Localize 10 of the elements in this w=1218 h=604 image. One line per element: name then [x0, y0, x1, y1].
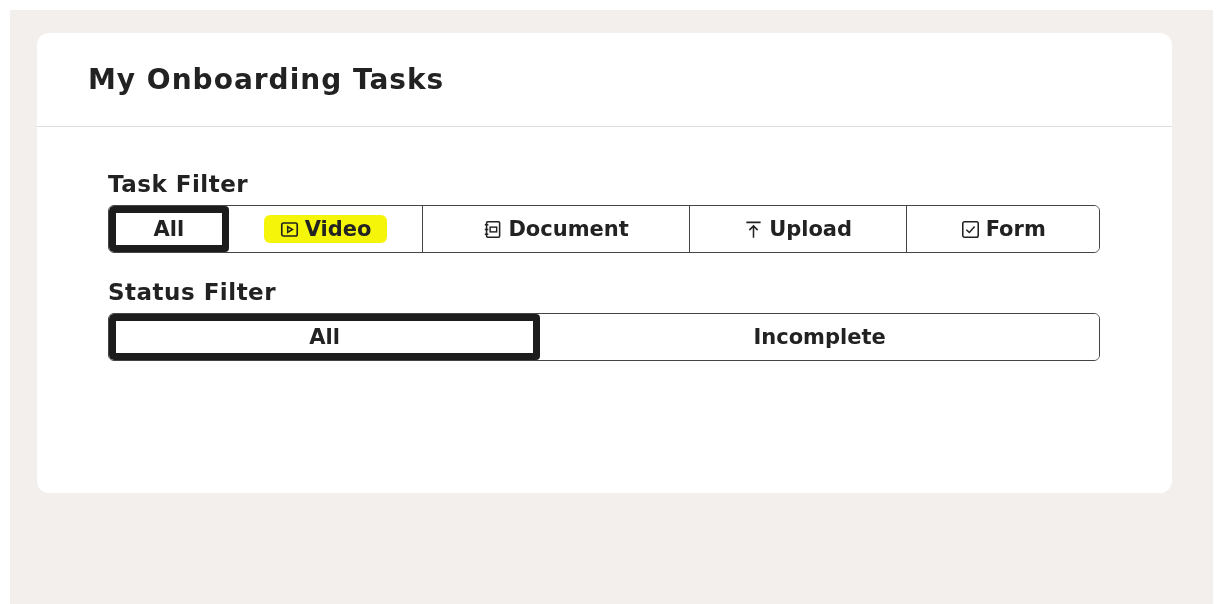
checkbox-icon — [960, 219, 980, 239]
filter-label: Status Filter — [108, 279, 278, 305]
card-title: My Onboarding Tasks — [88, 63, 445, 96]
play-icon — [279, 219, 299, 239]
filter-label: Task Filter — [108, 171, 250, 197]
notebook-icon — [483, 219, 503, 239]
filter-option[interactable]: All — [109, 206, 229, 252]
upload-icon — [744, 219, 764, 239]
highlight-mark: Video — [263, 215, 388, 243]
filter-option[interactable]: All — [109, 314, 541, 360]
